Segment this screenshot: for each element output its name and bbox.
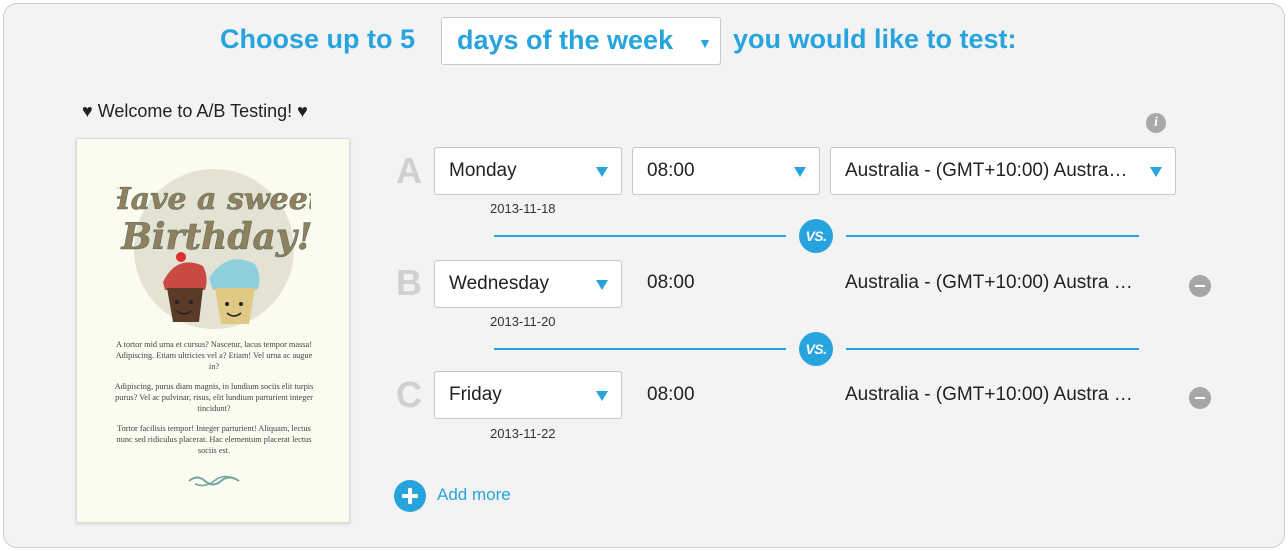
email-preview[interactable]: Have a sweet Birthday! A tortor mid urna… xyxy=(76,138,350,523)
time-value-b: 08:00 xyxy=(647,272,695,293)
day-select-value: Wednesday xyxy=(449,273,549,294)
preview-title: ♥ Welcome to A/B Testing! ♥ xyxy=(82,101,308,121)
vs-badge: VS. xyxy=(799,332,833,366)
email-body: A tortor mid urna et cursus? Nascetur, l… xyxy=(111,339,317,465)
day-select-b[interactable]: Wednesday xyxy=(434,260,622,308)
variant-letter-c: C xyxy=(396,374,422,415)
chevron-down-icon: ▼ xyxy=(698,35,712,51)
caret-down-icon xyxy=(1150,167,1162,177)
day-select-c[interactable]: Friday xyxy=(434,371,622,419)
header-prefix: Choose up to 5 xyxy=(220,24,415,54)
caret-down-icon xyxy=(794,167,806,177)
date-label-c: 2013-11-22 xyxy=(490,426,556,441)
card-headline-line1: Have a sweet xyxy=(117,182,311,217)
test-dimension-select[interactable]: days of the week ▼ xyxy=(441,17,721,65)
flourish-ornament-icon xyxy=(188,475,240,487)
add-more-link[interactable]: Add more xyxy=(437,485,511,505)
divider-line xyxy=(494,235,786,237)
test-dimension-value: days of the week xyxy=(457,25,674,55)
email-paragraph: Tortor facilisis tempor! Integer parturi… xyxy=(116,424,312,455)
variant-letter-b: B xyxy=(396,262,422,303)
card-headline-line2: Birthday! xyxy=(120,216,311,258)
time-value-c: 08:00 xyxy=(647,384,695,405)
header-suffix: you would like to test: xyxy=(733,24,1017,54)
date-label-a: 2013-11-18 xyxy=(490,201,556,216)
caret-down-icon xyxy=(596,167,608,177)
vs-badge: VS. xyxy=(799,219,833,253)
day-select-value: Monday xyxy=(449,160,517,181)
info-icon[interactable]: i xyxy=(1146,113,1166,133)
time-select-value: 08:00 xyxy=(647,160,695,181)
time-select-a[interactable]: 08:00 xyxy=(632,147,820,195)
day-select-value: Friday xyxy=(449,384,502,405)
email-paragraph: A tortor mid urna et cursus? Nascetur, l… xyxy=(115,340,313,371)
add-variant-button[interactable] xyxy=(394,480,426,512)
day-select-a[interactable]: Monday xyxy=(434,147,622,195)
timezone-select-value: Australia - (GMT+10:00) Austra… xyxy=(845,160,1128,181)
email-paragraph: Adipiscing, purus diam magnis, in lundiu… xyxy=(114,382,314,413)
ab-test-panel: Choose up to 5 days of the week ▼ you wo… xyxy=(3,3,1285,548)
remove-variant-b-button[interactable] xyxy=(1189,275,1211,297)
timezone-value-b: Australia - (GMT+10:00) Austra … xyxy=(845,272,1133,293)
divider-line xyxy=(494,348,786,350)
timezone-select-a[interactable]: Australia - (GMT+10:00) Austra… xyxy=(830,147,1176,195)
divider-line xyxy=(846,348,1139,350)
variant-letter-a: A xyxy=(396,150,422,191)
caret-down-icon xyxy=(596,391,608,401)
divider-line xyxy=(846,235,1139,237)
timezone-value-c: Australia - (GMT+10:00) Austra … xyxy=(845,384,1133,405)
remove-variant-c-button[interactable] xyxy=(1189,387,1211,409)
date-label-b: 2013-11-20 xyxy=(490,314,556,329)
caret-down-icon xyxy=(596,280,608,290)
